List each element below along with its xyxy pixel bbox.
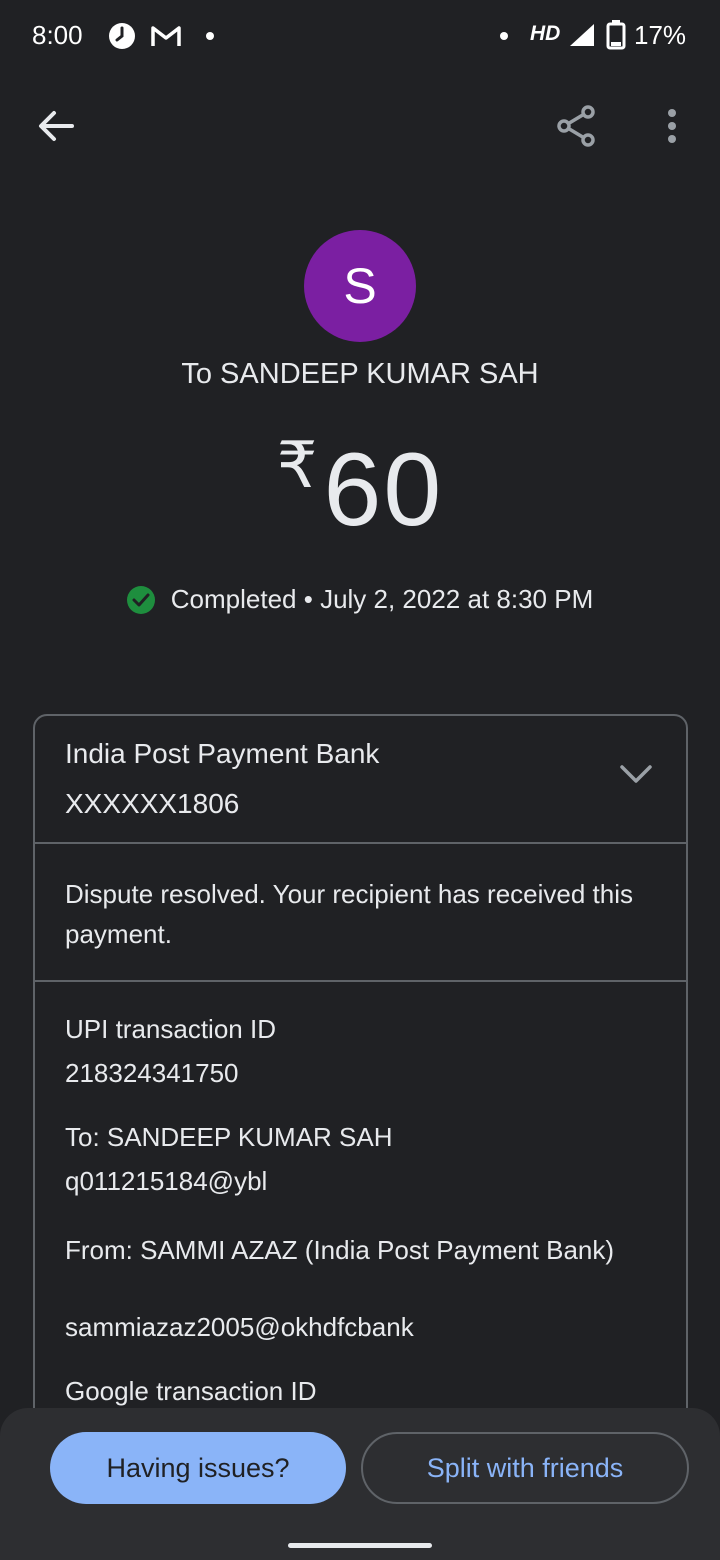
upi-transaction-id-label: UPI transaction ID [65, 1014, 276, 1044]
clock-icon [108, 22, 136, 55]
payment-details-screen: 8:00 HD 17% S To SANDEEP KUMAR SAH ₹60 C… [0, 0, 720, 1560]
from-upi-id: sammiazaz2005@okhdfcbank [65, 1312, 414, 1342]
cell-signal-icon [568, 22, 596, 53]
signal-dot [500, 32, 508, 40]
status-bar: 8:00 HD 17% [0, 0, 720, 72]
transaction-datetime: July 2, 2022 at 8:30 PM [320, 584, 594, 614]
avatar: S [304, 230, 416, 342]
status-text: Completed [170, 584, 297, 614]
bank-account-row[interactable]: India Post Payment Bank XXXXXX1806 [35, 716, 686, 844]
gmail-icon [150, 24, 182, 53]
bank-account-number: XXXXXX1806 [65, 788, 240, 819]
share-icon[interactable] [544, 94, 608, 158]
currency-symbol: ₹ [276, 429, 318, 501]
upi-transaction-id-value: 218324341750 [65, 1058, 239, 1088]
more-vert-icon[interactable] [640, 94, 704, 158]
check-circle-icon [126, 585, 155, 614]
from-label: From: SAMMI AZAZ (India Post Payment Ban… [65, 1235, 615, 1265]
dispute-section: Dispute resolved. Your recipient has rec… [35, 844, 686, 982]
recipient-title: To SANDEEP KUMAR SAH [181, 358, 539, 390]
bank-name: India Post Payment Bank [65, 738, 380, 769]
amount-value: 60 [323, 432, 444, 548]
payment-status: Completed • July 2, 2022 at 8:30 PM [0, 584, 720, 615]
transaction-details-card: India Post Payment Bank XXXXXX1806 Dispu… [33, 714, 688, 1474]
to-label: To: SANDEEP KUMAR SAH [65, 1122, 393, 1152]
network-type: HD [530, 22, 561, 45]
arrow-back-icon[interactable] [24, 94, 88, 158]
bottom-action-bar: Having issues? Split with friends [0, 1408, 720, 1560]
battery-percent: 17% [634, 20, 687, 50]
chevron-down-icon[interactable] [620, 764, 652, 789]
split-with-friends-button[interactable]: Split with friends [361, 1432, 689, 1504]
notification-dot [206, 32, 214, 40]
home-indicator[interactable] [288, 1543, 432, 1548]
having-issues-button[interactable]: Having issues? [50, 1432, 346, 1504]
amount: ₹60 [0, 428, 720, 550]
status-separator: • [296, 584, 321, 614]
transaction-info-section: UPI transaction ID 218324341750 To: SAND… [35, 982, 686, 1472]
status-time: 8:00 [32, 20, 83, 50]
google-transaction-id-label: Google transaction ID [65, 1376, 317, 1406]
to-upi-id: q011215184@ybl [65, 1166, 268, 1196]
battery-icon [606, 20, 626, 55]
dispute-message: Dispute resolved. Your recipient has rec… [65, 879, 633, 949]
